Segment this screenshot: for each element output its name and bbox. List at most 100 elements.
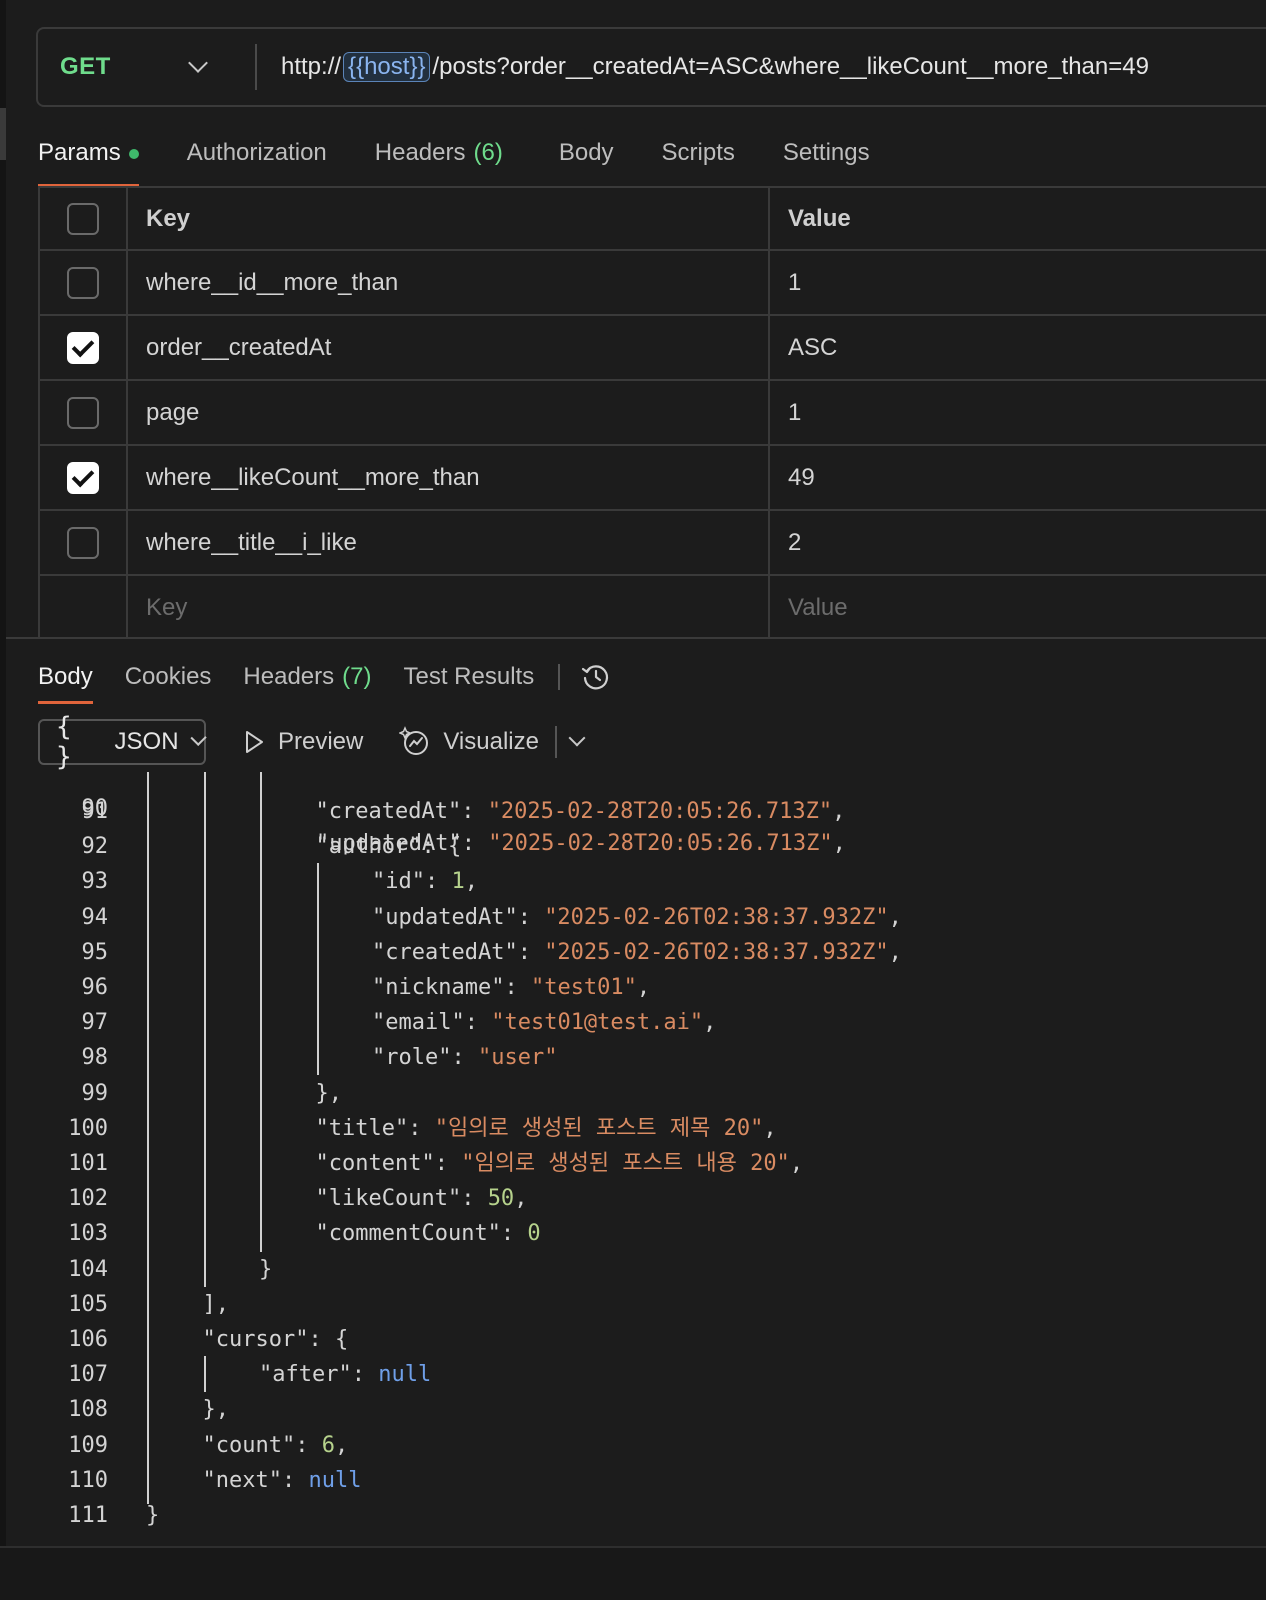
format-label: JSON bbox=[114, 728, 179, 755]
punct-token: "role": bbox=[372, 1045, 478, 1071]
code-text: "nickname": "test01", bbox=[372, 970, 650, 1005]
param-key[interactable]: where__id__more_than bbox=[128, 251, 770, 314]
line-number: 99 bbox=[81, 1080, 109, 1106]
tab-body[interactable]: Body bbox=[559, 132, 614, 186]
line-number: 108 bbox=[68, 1397, 108, 1423]
punct-token: "author": { bbox=[315, 834, 462, 860]
history-icon[interactable] bbox=[580, 661, 612, 693]
code-text: "email": "test01@test.ai", bbox=[372, 1005, 716, 1040]
param-check-cell bbox=[40, 511, 128, 574]
punct-token: , bbox=[514, 1186, 528, 1212]
param-check-cell bbox=[40, 316, 128, 379]
line-number: 107 bbox=[68, 1362, 108, 1388]
param-key[interactable]: order__createdAt bbox=[128, 316, 770, 379]
keyword-token: null bbox=[378, 1362, 432, 1388]
param-value[interactable]: ASC bbox=[770, 316, 1266, 379]
tab-scripts[interactable]: Scripts bbox=[662, 132, 735, 186]
code-text: ], bbox=[203, 1287, 230, 1322]
tab-settings[interactable]: Settings bbox=[783, 132, 870, 186]
punct-token: ], bbox=[202, 1291, 230, 1317]
new-key-input[interactable]: Key bbox=[128, 576, 770, 639]
chevron-down-icon bbox=[189, 729, 207, 747]
line-number: 106 bbox=[68, 1327, 108, 1352]
panel-resize-handle[interactable] bbox=[0, 108, 6, 160]
string-token: "user" bbox=[477, 1045, 558, 1071]
code-text: }, bbox=[203, 1392, 230, 1427]
param-row: page 1 bbox=[40, 381, 1266, 446]
tab-cookies[interactable]: Cookies bbox=[125, 652, 212, 702]
chevron-down-icon bbox=[188, 53, 208, 73]
tab-headers[interactable]: Headers (6) bbox=[375, 132, 503, 186]
param-checkbox[interactable] bbox=[67, 526, 99, 559]
response-body-viewer[interactable]: 90 "updatedAt": "2025-02-28T20:05:26.713… bbox=[6, 772, 1266, 1542]
punct-token: , bbox=[703, 1010, 717, 1036]
number-token: 50 bbox=[487, 1186, 515, 1212]
param-value[interactable]: 1 bbox=[770, 381, 1266, 444]
toolbar-separator bbox=[554, 726, 557, 758]
url-bar[interactable]: GET http:// {{host}} /posts?order__creat… bbox=[36, 27, 1266, 107]
line-number: 92 bbox=[81, 834, 109, 860]
param-key[interactable]: where__likeCount__more_than bbox=[128, 446, 770, 509]
tab-params[interactable]: Params bbox=[38, 132, 139, 187]
panel-divider[interactable] bbox=[6, 637, 1266, 639]
url-prefix: http:// bbox=[281, 53, 342, 80]
line-number: 111 bbox=[68, 1503, 108, 1528]
code-text: "id": 1, bbox=[372, 864, 478, 899]
string-token: "2025-02-26T02:38:37.932Z" bbox=[544, 904, 889, 930]
indent-guide bbox=[317, 863, 319, 1075]
url-variable-chip[interactable]: {{host}} bbox=[343, 52, 431, 82]
code-text: } bbox=[259, 1252, 272, 1287]
indent-guide bbox=[204, 1356, 206, 1392]
punct-token: "createdAt": bbox=[315, 799, 488, 824]
tab-test-results[interactable]: Test Results bbox=[403, 652, 534, 702]
punct-token: }, bbox=[315, 1080, 343, 1106]
line-number: 91 bbox=[81, 799, 109, 824]
tab-params-label: Params bbox=[38, 139, 121, 166]
visualize-icon bbox=[399, 726, 429, 755]
tab-scripts-label: Scripts bbox=[661, 139, 735, 166]
param-key[interactable]: page bbox=[128, 381, 770, 444]
tab-test-results-label: Test Results bbox=[403, 663, 535, 690]
code-text: "title": "임의로 생성된 포스트 제목 20", bbox=[316, 1111, 777, 1146]
punct-token: , bbox=[464, 869, 478, 895]
tab-response-body[interactable]: Body bbox=[38, 652, 93, 704]
code-text: "createdAt": "2025-02-28T20:05:26.713Z", bbox=[316, 794, 846, 829]
punct-token: "after": bbox=[259, 1362, 379, 1388]
param-checkbox[interactable] bbox=[67, 396, 99, 429]
punct-token: , bbox=[334, 1432, 349, 1458]
code-text: "updatedAt": "2025-02-26T02:38:37.932Z", bbox=[372, 900, 902, 935]
param-value[interactable]: 49 bbox=[770, 446, 1266, 509]
line-number: 96 bbox=[81, 975, 109, 1000]
string-token: "임의로 생성된 포스트 내용 20" bbox=[461, 1151, 790, 1176]
punct-token: "next": bbox=[202, 1467, 309, 1493]
method-select[interactable]: GET bbox=[38, 53, 223, 81]
param-key[interactable]: where__title__i_like bbox=[128, 511, 770, 574]
number-token: 6 bbox=[321, 1432, 335, 1458]
request-tabs: Params Authorization Headers (6) Body Sc… bbox=[38, 132, 918, 188]
punct-token: "email": bbox=[372, 1010, 492, 1036]
number-token: 0 bbox=[527, 1221, 541, 1247]
punct-token: , bbox=[888, 939, 902, 965]
response-headers-count: (7) bbox=[342, 663, 372, 690]
visualize-button[interactable]: Visualize bbox=[399, 726, 539, 758]
new-param-row: Key Value bbox=[40, 576, 1266, 639]
param-value[interactable]: 1 bbox=[770, 251, 1266, 314]
response-toolbar: { } JSON Preview Visualize bbox=[38, 712, 586, 772]
tab-response-headers[interactable]: Headers (7) bbox=[243, 652, 371, 702]
new-value-input[interactable]: Value bbox=[770, 576, 1266, 639]
visualize-options-chevron-icon[interactable] bbox=[568, 729, 586, 747]
select-all-checkbox[interactable] bbox=[67, 202, 99, 235]
param-value[interactable]: 2 bbox=[770, 511, 1266, 574]
param-checkbox[interactable] bbox=[67, 266, 99, 299]
select-all-cell bbox=[40, 188, 128, 249]
tab-authorization[interactable]: Authorization bbox=[187, 132, 327, 186]
punct-token: }, bbox=[202, 1397, 230, 1423]
json-braces-icon: { } bbox=[56, 712, 72, 772]
url-input[interactable]: http:// {{host}} /posts?order__createdAt… bbox=[281, 52, 1149, 82]
punct-token: "createdAt": bbox=[372, 939, 545, 965]
param-checkbox[interactable] bbox=[67, 331, 99, 364]
param-checkbox[interactable] bbox=[67, 461, 99, 494]
preview-button[interactable]: Preview bbox=[242, 728, 363, 756]
format-select[interactable]: { } JSON bbox=[38, 712, 207, 772]
punct-token: "count": bbox=[202, 1432, 322, 1458]
